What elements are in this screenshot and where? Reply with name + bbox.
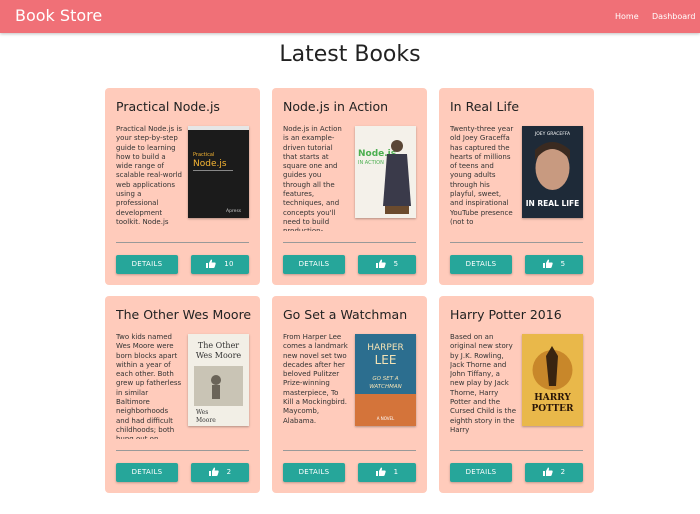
book-cover[interactable]: Practical Node.js Apress [188, 126, 249, 218]
details-button[interactable]: DETAILS [283, 463, 345, 482]
like-count: 1 [393, 468, 399, 476]
like-count: 2 [226, 468, 232, 476]
book-card: Harry Potter 2016 Based on an original n… [439, 296, 594, 493]
nav-link-dashboard[interactable]: Dashboard [652, 12, 695, 21]
details-button[interactable]: DETAILS [450, 463, 512, 482]
svg-text:Practical: Practical [193, 152, 214, 158]
book-description: Two kids named Wes Moore were born block… [116, 333, 182, 439]
details-button[interactable]: DETAILS [283, 255, 345, 274]
svg-text:Apress: Apress [226, 208, 242, 214]
book-description: Node.js in Action is an example-driven t… [283, 125, 342, 231]
svg-text:The Other: The Other [198, 341, 239, 350]
svg-text:LEE: LEE [375, 353, 397, 367]
book-title[interactable]: In Real Life [450, 99, 590, 114]
navbar: Book Store Home Dashboard [0, 0, 700, 33]
book-title[interactable]: Node.js in Action [283, 99, 423, 114]
svg-text:HARRY: HARRY [534, 393, 571, 403]
details-button[interactable]: DETAILS [450, 255, 512, 274]
card-divider [450, 242, 583, 243]
card-divider [116, 242, 249, 243]
like-button[interactable]: 5 [525, 255, 583, 274]
book-cover[interactable]: The Other Wes Moore Wes Moore [188, 334, 249, 426]
book-description: Practical Node.js is your step-by-step g… [116, 125, 182, 226]
book-cover[interactable]: HARPER LEE GO SET A WATCHMAN A NOVEL [355, 334, 416, 426]
like-button[interactable]: 1 [358, 463, 416, 482]
details-button[interactable]: DETAILS [116, 463, 178, 482]
svg-text:A NOVEL: A NOVEL [377, 416, 395, 421]
thumbs-up-icon [542, 467, 553, 476]
book-card: The Other Wes Moore Two kids named Wes M… [105, 296, 260, 493]
like-count: 10 [224, 260, 234, 268]
book-description: Based on an original new story by J.K. R… [450, 333, 516, 434]
nav-link-home[interactable]: Home [615, 12, 639, 21]
svg-text:GO SET A: GO SET A [372, 376, 398, 382]
thumbs-up-icon [542, 259, 553, 268]
svg-text:JOEY GRACEFFA: JOEY GRACEFFA [534, 131, 571, 137]
svg-text:IN REAL LIFE: IN REAL LIFE [526, 199, 580, 208]
thumbs-up-icon [375, 259, 386, 268]
card-divider [116, 450, 249, 451]
like-button[interactable]: 2 [191, 463, 249, 482]
brand-link[interactable]: Book Store [15, 6, 102, 25]
like-button[interactable]: 5 [358, 255, 416, 274]
book-description: Twenty-three year old Joey Graceffa has … [450, 125, 514, 226]
book-card: Practical Node.js Practical Node.js is y… [105, 88, 260, 285]
book-title[interactable]: Practical Node.js [116, 99, 256, 114]
svg-text:IN ACTION: IN ACTION [358, 160, 384, 166]
card-divider [450, 450, 583, 451]
card-divider [283, 242, 416, 243]
like-count: 5 [560, 260, 566, 268]
svg-text:WATCHMAN: WATCHMAN [369, 384, 401, 390]
book-title[interactable]: The Other Wes Moore [116, 307, 256, 322]
book-cover[interactable]: HARRY POTTER [522, 334, 583, 426]
thumbs-up-icon [208, 467, 219, 476]
book-card: Node.js in Action Node.js in Action is a… [272, 88, 427, 285]
book-cover[interactable]: Node.js IN ACTION [355, 126, 416, 218]
svg-text:Wes: Wes [196, 409, 208, 416]
svg-text:Moore: Moore [196, 417, 216, 424]
svg-text:Node.js: Node.js [193, 159, 227, 169]
like-count: 5 [393, 260, 399, 268]
book-card: In Real Life Twenty-three year old Joey … [439, 88, 594, 285]
book-cover[interactable]: JOEY GRACEFFA IN REAL LIFE [522, 126, 583, 218]
book-description: From Harper Lee comes a landmark new nov… [283, 333, 348, 425]
thumbs-up-icon [375, 467, 386, 476]
book-title[interactable]: Harry Potter 2016 [450, 307, 590, 322]
svg-text:POTTER: POTTER [531, 404, 574, 414]
like-button[interactable]: 10 [191, 255, 249, 274]
card-divider [283, 450, 416, 451]
svg-text:HARPER: HARPER [367, 343, 404, 353]
like-button[interactable]: 2 [525, 463, 583, 482]
details-button[interactable]: DETAILS [116, 255, 178, 274]
thumbs-up-icon [206, 259, 216, 268]
page-title: Latest Books [279, 42, 421, 67]
book-title[interactable]: Go Set a Watchman [283, 307, 423, 322]
svg-text:Wes Moore: Wes Moore [196, 351, 242, 360]
book-card: Go Set a Watchman From Harper Lee comes … [272, 296, 427, 493]
like-count: 2 [560, 468, 566, 476]
